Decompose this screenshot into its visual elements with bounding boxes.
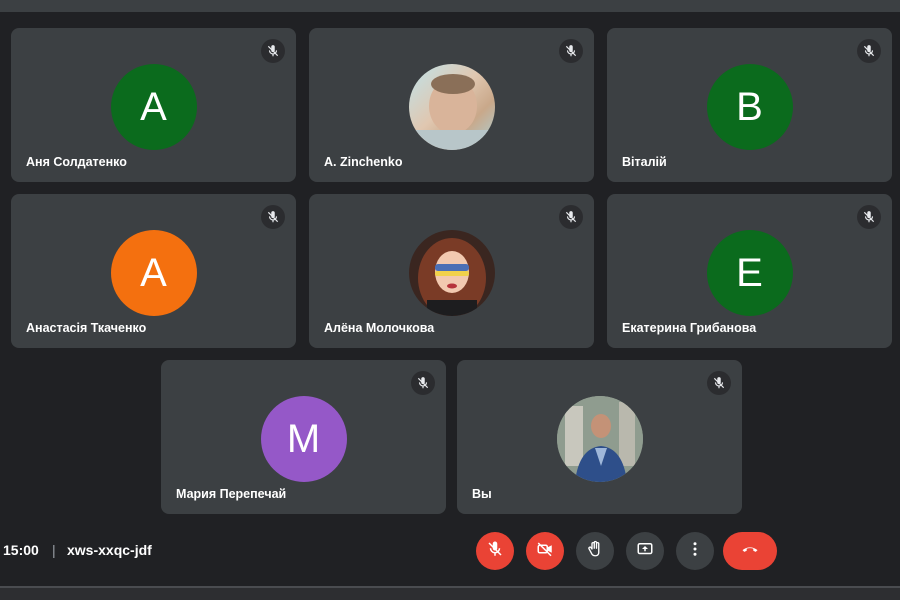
present-screen-icon bbox=[636, 540, 654, 563]
bottom-strip bbox=[0, 586, 900, 600]
more-options-button[interactable] bbox=[676, 532, 714, 570]
mic-off-icon bbox=[707, 371, 731, 395]
camera-off-icon bbox=[536, 540, 554, 563]
raise-hand-button[interactable] bbox=[576, 532, 614, 570]
participant-tile[interactable]: M Мария Перепечай bbox=[161, 360, 446, 514]
participant-tile[interactable]: Алёна Молочкова bbox=[309, 194, 594, 348]
participant-name: Віталій bbox=[622, 155, 667, 169]
participant-name: Мария Перепечай bbox=[176, 487, 287, 501]
participant-name: Анастасія Ткаченко bbox=[26, 321, 147, 335]
participant-tile[interactable]: A. Zinchenko bbox=[309, 28, 594, 182]
meeting-controls-bar: 15:00 | xws-xxqc-jdf bbox=[0, 522, 900, 580]
avatar: A bbox=[110, 64, 197, 150]
end-call-button[interactable] bbox=[723, 532, 777, 570]
avatar-photo bbox=[556, 396, 643, 482]
participant-tile[interactable]: B Віталій bbox=[607, 28, 892, 182]
participant-name: Вы bbox=[472, 487, 492, 501]
participant-tile[interactable]: E Екатерина Грибанова bbox=[607, 194, 892, 348]
avatar: B bbox=[706, 64, 793, 150]
top-bar bbox=[0, 0, 900, 12]
camera-toggle-button[interactable] bbox=[526, 532, 564, 570]
participant-tile[interactable]: A Аня Солдатенко bbox=[11, 28, 296, 182]
mic-off-icon bbox=[486, 540, 504, 563]
participant-name: Аня Солдатенко bbox=[26, 155, 127, 169]
meeting-time: 15:00 bbox=[3, 542, 39, 558]
participant-tile[interactable]: A Анастасія Ткаченко bbox=[11, 194, 296, 348]
avatar-photo bbox=[408, 64, 495, 150]
more-options-icon bbox=[686, 540, 704, 563]
avatar: M bbox=[260, 396, 347, 482]
end-call-icon bbox=[739, 540, 761, 563]
separator: | bbox=[52, 542, 56, 558]
meeting-code: xws-xxqc-jdf bbox=[67, 542, 152, 558]
participant-name: Алёна Молочкова bbox=[324, 321, 435, 335]
avatar: E bbox=[706, 230, 793, 316]
bottom-divider bbox=[0, 586, 900, 588]
participant-name: Екатерина Грибанова bbox=[622, 321, 757, 335]
participant-tile-self[interactable]: Вы bbox=[457, 360, 742, 514]
mic-toggle-button[interactable] bbox=[476, 532, 514, 570]
mic-off-icon bbox=[559, 39, 583, 63]
mic-off-icon bbox=[411, 371, 435, 395]
mic-off-icon bbox=[261, 39, 285, 63]
mic-off-icon bbox=[857, 39, 881, 63]
avatar: A bbox=[110, 230, 197, 316]
avatar-illustration bbox=[408, 230, 495, 316]
mic-off-icon bbox=[559, 205, 583, 229]
mic-off-icon bbox=[857, 205, 881, 229]
present-screen-button[interactable] bbox=[626, 532, 664, 570]
participant-name: A. Zinchenko bbox=[324, 155, 403, 169]
raise-hand-icon bbox=[586, 540, 604, 563]
mic-off-icon bbox=[261, 205, 285, 229]
